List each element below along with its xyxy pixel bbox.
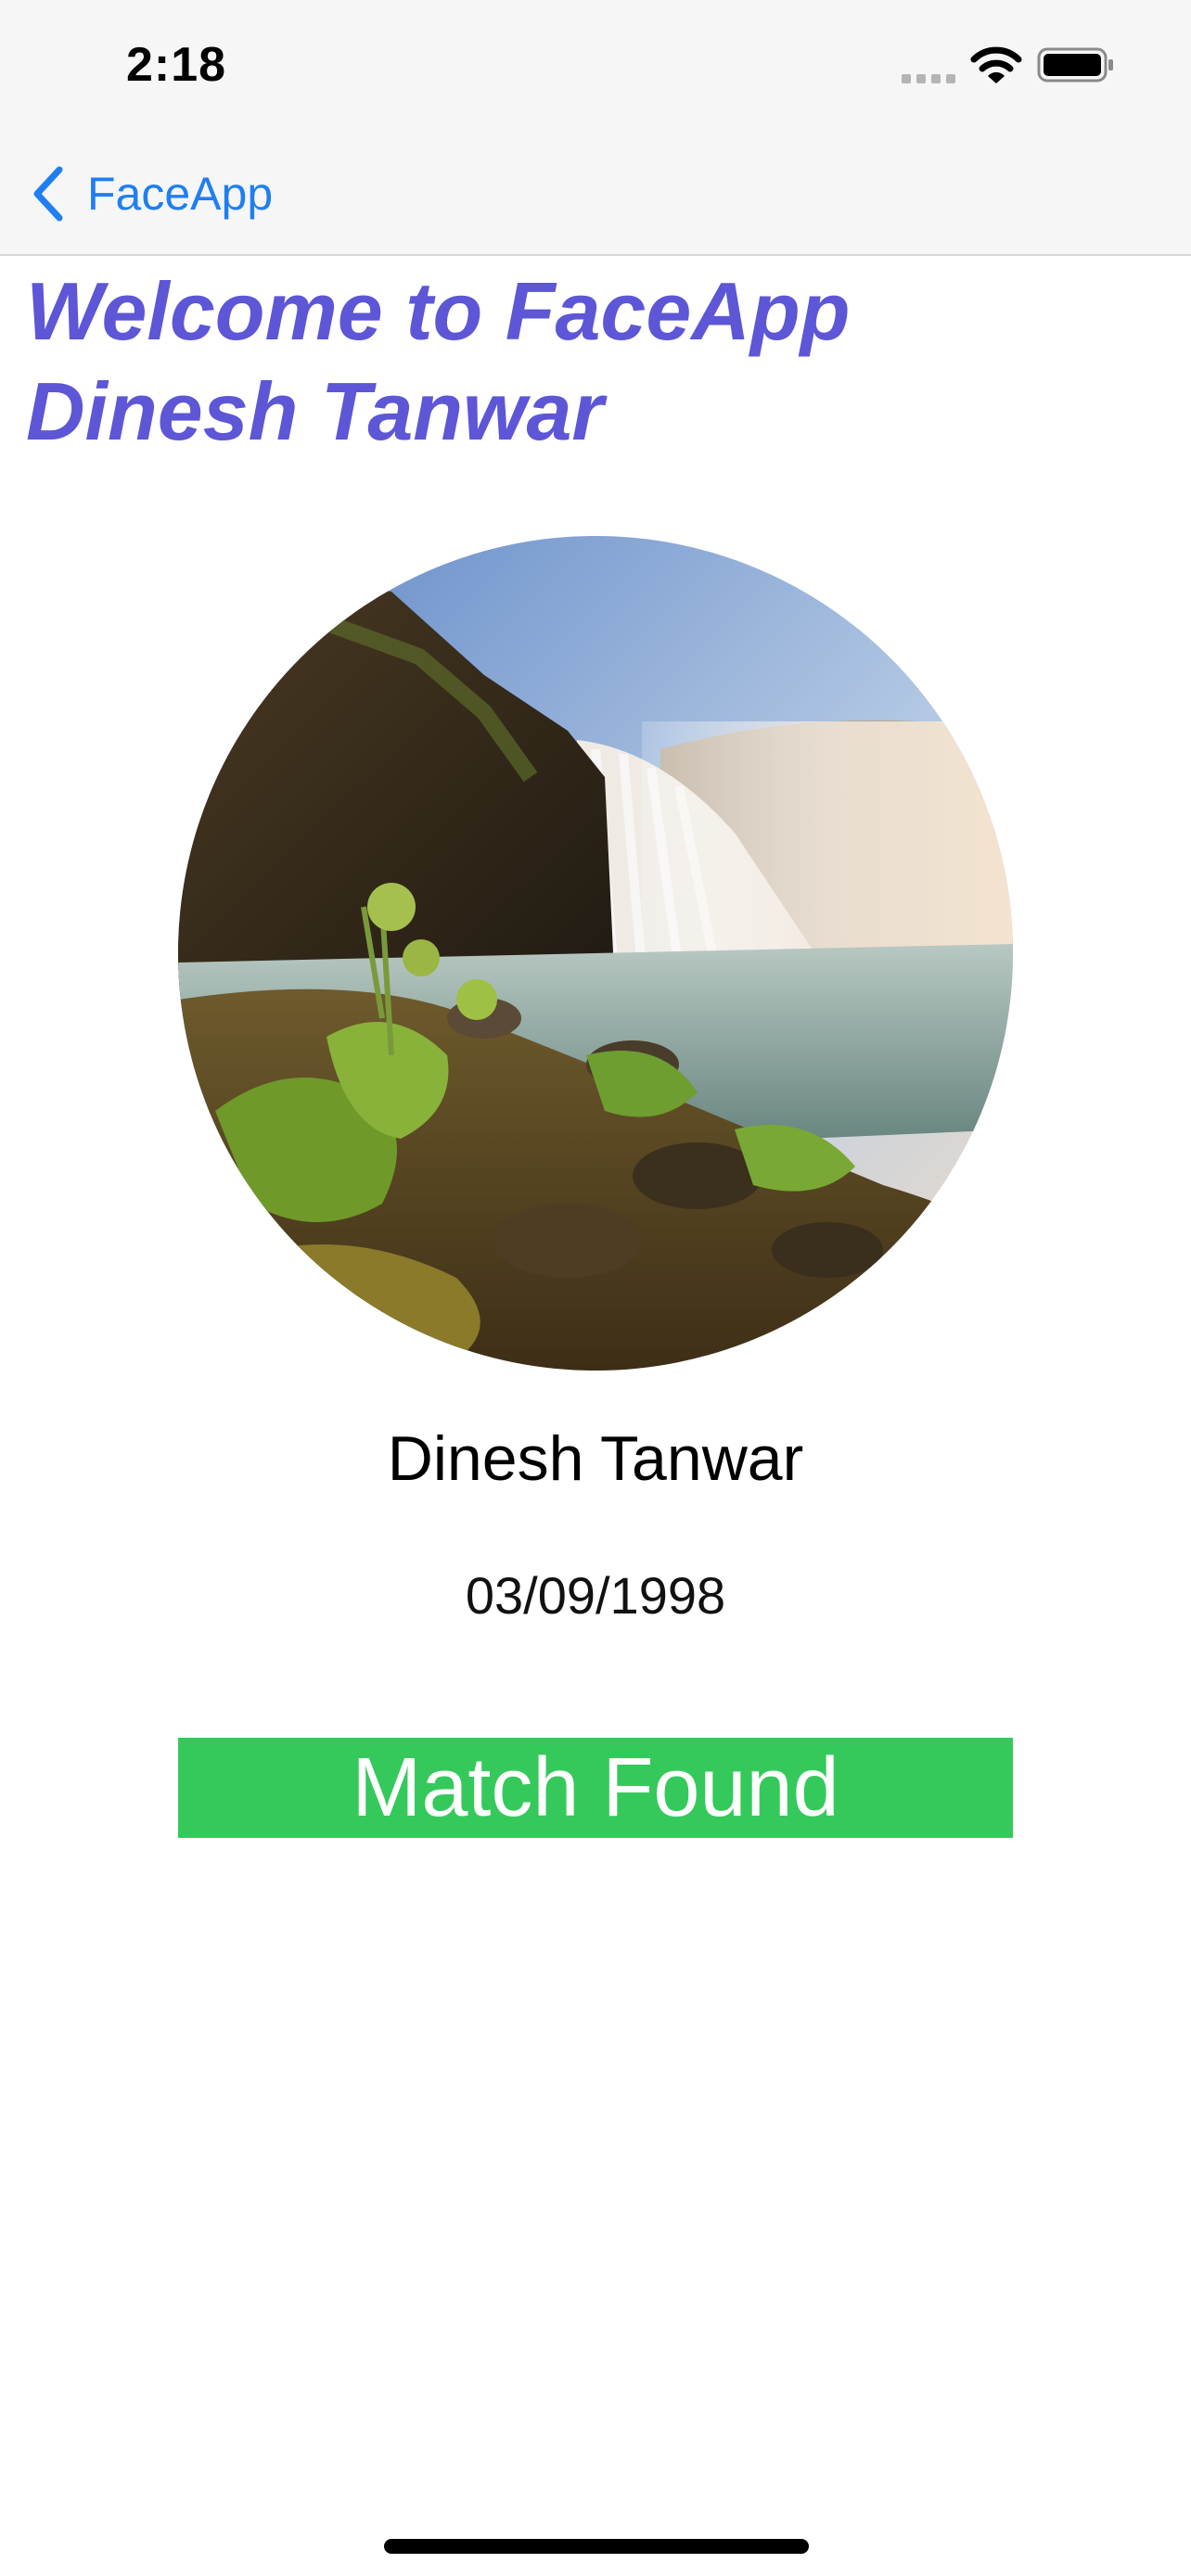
waterfall-landscape-image (178, 536, 1013, 1371)
status-bar: 2:18 (0, 0, 1191, 139)
navigation-bar: FaceApp (0, 139, 1191, 256)
status-time: 2:18 (126, 38, 227, 92)
back-button[interactable]: FaceApp (32, 161, 273, 226)
match-found-banner: Match Found (178, 1738, 1013, 1838)
cellular-signal-icon (902, 74, 955, 83)
profile-photo (178, 536, 1013, 1371)
back-button-label: FaceApp (87, 168, 274, 220)
welcome-title: Welcome to FaceApp Dinesh Tanwar (26, 261, 1139, 462)
user-name: Dinesh Tanwar (387, 1423, 804, 1494)
home-indicator[interactable] (384, 2539, 809, 2554)
user-date-of-birth: 03/09/1998 (465, 1566, 726, 1625)
screen: 2:18 FaceApp Welcome to FaceApp Dinesh T… (0, 0, 1191, 2576)
welcome-line-2: Dinesh Tanwar (26, 365, 604, 457)
battery-icon (1037, 47, 1113, 83)
chevron-left-icon (33, 166, 63, 222)
wifi-icon (970, 46, 1022, 83)
welcome-line-1: Welcome to FaceApp (26, 265, 851, 357)
